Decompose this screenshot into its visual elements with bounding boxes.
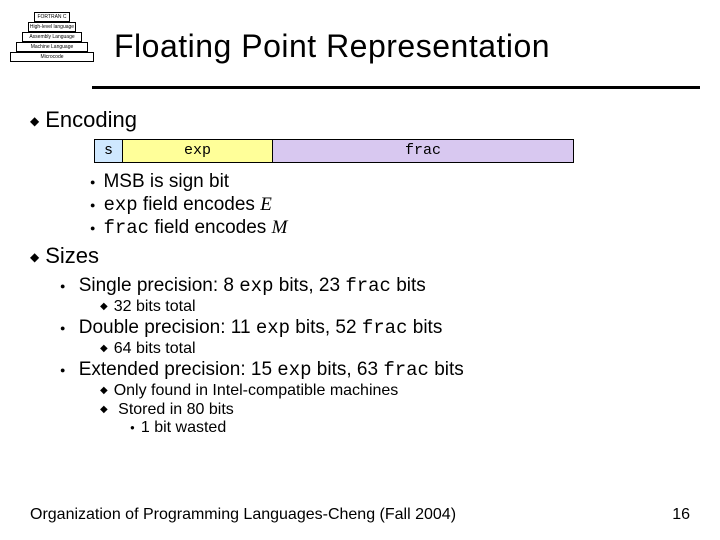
encoding-heading: Encoding [30,107,690,133]
encoding-field-diagram: s exp frac [94,139,574,163]
enc-b2: exp field encodes E [90,194,690,216]
size-double-sub: 64 bits total [100,340,690,358]
size-single-sub: 32 bits total [100,298,690,316]
size-extended: Extended precision: 15 exp bits, 63 frac… [60,359,690,437]
size-double: Double precision: 11 exp bits, 52 frac b… [60,317,690,358]
footer-text: Organization of Programming Languages-Ch… [30,506,456,524]
size-ext-s1: Only found in Intel-compatible machines [100,382,690,400]
field-frac: frac [273,140,573,162]
encoding-bullets: MSB is sign bit exp field encodes E frac… [30,171,690,239]
pyr-l4: Microcode [10,52,94,62]
enc-b1: MSB is sign bit [90,171,690,193]
pyramid-graphic: FORTRAN C PASCAL High-level language Ass… [8,12,96,84]
pyr-l3: Machine Language [16,42,88,52]
field-s: s [95,140,123,162]
pyr-l1: High-level language [28,22,76,32]
size-single: Single precision: 8 exp bits, 23 frac bi… [60,275,690,316]
field-exp: exp [123,140,273,162]
page-title: Floating Point Representation [96,12,550,65]
sizes-heading: Sizes [30,243,690,269]
pyr-l0: FORTRAN C PASCAL [34,12,70,22]
page-number: 16 [672,506,690,524]
size-ext-s2: Stored in 80 bits 1 bit wasted [100,401,690,437]
size-ext-s3: 1 bit wasted [130,419,690,437]
pyr-l2: Assembly Language [22,32,82,42]
enc-b3: frac field encodes M [90,217,690,239]
